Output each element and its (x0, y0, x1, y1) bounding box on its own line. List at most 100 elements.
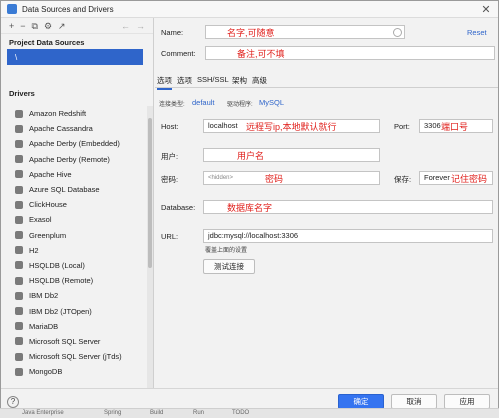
back-icon[interactable]: ← (121, 21, 130, 31)
database-annotation: 数据库名字 (227, 203, 273, 213)
status-tab-run[interactable]: Run (193, 410, 204, 416)
driver-label: Apache Derby (Embedded) (29, 139, 120, 149)
driver-label: Microsoft SQL Server (jTds) (29, 352, 122, 362)
datasource-icon: \ (15, 52, 18, 62)
database-driver-icon (15, 200, 23, 209)
driver-item[interactable]: IBM Db2 (1, 288, 147, 303)
driver-item[interactable]: Microsoft SQL Server (jTds) (1, 349, 147, 364)
host-annotation: 远程写ip,本地默认就行 (246, 122, 337, 132)
user-annotation: 用户名 (237, 151, 265, 161)
title-bar: Data Sources and Drivers ✕ (1, 1, 498, 18)
driver-list: Amazon Redshift Apache Cassandra Apache De… (1, 106, 147, 379)
driver-item[interactable]: Amazon Redshift (1, 106, 147, 121)
database-driver-icon (15, 170, 23, 179)
url-hint: 覆盖上面的设置 (205, 248, 248, 254)
password-label: 密码: (161, 175, 179, 184)
settings-icon[interactable]: ⚙ (44, 21, 52, 31)
driver-list-scrollbar[interactable] (147, 106, 153, 388)
status-tab-java-enterprise[interactable]: Java Enterprise (22, 410, 64, 416)
forward-icon[interactable]: → (136, 21, 145, 31)
driver-label: Apache Derby (Remote) (29, 154, 110, 164)
driver-label: H2 (29, 245, 39, 255)
driver-item[interactable]: H2 (1, 243, 147, 258)
tab-ssh-ssl[interactable]: SSH/SSL (197, 75, 229, 84)
database-driver-icon (15, 352, 23, 361)
port-label: Port: (394, 122, 410, 131)
database-driver-icon (15, 337, 23, 346)
scrollbar-thumb[interactable] (148, 118, 152, 268)
ok-button[interactable]: 确定 (338, 394, 384, 409)
database-driver-icon (15, 231, 23, 240)
driver-item[interactable]: MongoDB (1, 364, 147, 379)
driver-label: Microsoft SQL Server (29, 336, 101, 346)
database-driver-icon (15, 185, 23, 194)
driver-item[interactable]: Azure SQL Database (1, 182, 147, 197)
save-annotation: 记住密码 (451, 174, 488, 184)
driver-item[interactable]: Microsoft SQL Server (1, 334, 147, 349)
tab-options[interactable]: 选项 (177, 75, 192, 86)
driver-label: Greenplum (29, 230, 67, 240)
tab-general[interactable]: 选项 (157, 75, 172, 90)
driver-item[interactable]: IBM Db2 (JTOpen) (1, 303, 147, 318)
driver-item[interactable]: MariaDB (1, 319, 147, 334)
close-icon[interactable]: ✕ (480, 3, 492, 16)
driver-item[interactable]: Apache Hive (1, 167, 147, 182)
right-panel: Name: 名字,可随意 Reset Comment: 备注,可不填 选项 选项… (155, 18, 498, 388)
apply-button[interactable]: 应用 (444, 394, 490, 409)
cancel-button[interactable]: 取消 (391, 394, 437, 409)
tab-advanced[interactable]: 高级 (252, 75, 267, 86)
database-driver-icon (15, 322, 23, 331)
name-label: Name: (161, 28, 184, 37)
driver-item[interactable]: Apache Derby (Embedded) (1, 136, 147, 151)
project-data-source-item[interactable]: \ (7, 49, 143, 65)
driver-item[interactable]: ClickHouse (1, 197, 147, 212)
connection-type-value[interactable]: default (192, 98, 215, 107)
remove-icon[interactable]: − (20, 21, 25, 31)
driver-item[interactable]: Apache Derby (Remote) (1, 152, 147, 167)
data-sources-dialog: Data Sources and Drivers ✕ + − ⧉ ⚙ ↗ ← →… (0, 0, 499, 418)
status-tab-spring[interactable]: Spring (104, 410, 121, 416)
driver-label: MongoDB (29, 367, 63, 377)
comment-annotation: 备注,可不填 (237, 49, 285, 59)
driver-item[interactable]: Greenplum (1, 228, 147, 243)
tab-schemas[interactable]: 架构 (232, 75, 247, 86)
driver-label: Apache Hive (29, 169, 72, 179)
driver-value[interactable]: MySQL (259, 98, 284, 107)
database-driver-icon (15, 367, 23, 376)
password-input[interactable]: <hidden> (203, 171, 380, 185)
database-driver-icon (15, 246, 23, 255)
connection-type-label: 连接类型: (159, 102, 185, 108)
url-input[interactable]: jdbc:mysql://localhost:3306 (203, 229, 493, 243)
driver-label: Azure SQL Database (29, 185, 100, 195)
project-data-sources-title: Project Data Sources (9, 38, 85, 47)
url-label: URL: (161, 232, 179, 241)
test-connection-button[interactable]: 测试连接 (203, 259, 255, 274)
driver-item[interactable]: Exasol (1, 212, 147, 227)
driver-label: 驱动程序: (227, 102, 253, 108)
driver-item[interactable]: HSQLDB (Local) (1, 258, 147, 273)
database-driver-icon (15, 124, 23, 133)
copy-icon[interactable]: ⧉ (32, 21, 38, 31)
driver-label: IBM Db2 (29, 291, 59, 301)
database-driver-icon (15, 291, 23, 300)
database-driver-icon (15, 215, 23, 224)
help-icon[interactable]: ? (7, 396, 19, 408)
add-icon[interactable]: + (9, 21, 14, 31)
driver-label: ClickHouse (29, 200, 67, 210)
driver-item[interactable]: Apache Cassandra (1, 121, 147, 136)
settings-tabs: 选项 选项 SSH/SSL 架构 高级 (155, 72, 498, 90)
reset-link[interactable]: Reset (467, 28, 487, 37)
user-input[interactable] (203, 148, 380, 162)
clear-icon[interactable] (393, 28, 402, 37)
driver-item[interactable]: HSQLDB (Remote) (1, 273, 147, 288)
database-driver-icon (15, 261, 23, 270)
drivers-title: Drivers (9, 89, 35, 98)
save-password-label: 保存: (394, 175, 412, 184)
edit-icon[interactable]: ↗ (58, 21, 66, 31)
comment-label: Comment: (161, 49, 196, 58)
database-driver-icon (15, 307, 23, 316)
driver-label: HSQLDB (Local) (29, 260, 85, 270)
driver-label: Exasol (29, 215, 52, 225)
status-tab-todo[interactable]: TODO (232, 410, 249, 416)
status-tab-build[interactable]: Build (150, 410, 163, 416)
